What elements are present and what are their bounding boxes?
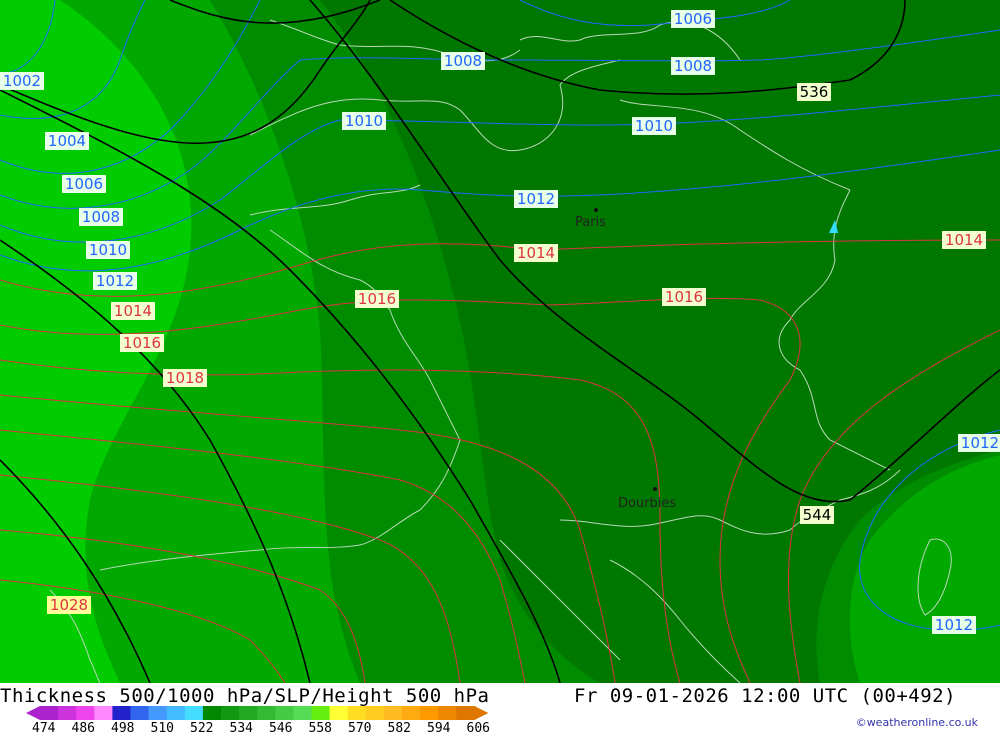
legend-value: 606	[467, 721, 490, 733]
svg-text:1012: 1012	[517, 190, 555, 208]
legend-swatch	[184, 706, 204, 720]
credit-text: ©weatheronline.co.uk	[855, 716, 978, 729]
isobar-label: 1012	[932, 616, 976, 634]
svg-text:1018: 1018	[166, 369, 204, 387]
legend-swatch	[456, 706, 475, 720]
isobar-label: 1016	[355, 290, 399, 308]
svg-text:1012: 1012	[961, 434, 999, 452]
legend-swatch	[166, 706, 186, 720]
isobar-label: 1014	[111, 302, 155, 320]
isobar-label: 1010	[86, 241, 130, 259]
legend-swatch	[40, 706, 59, 720]
svg-text:1012: 1012	[96, 272, 134, 290]
isobar-label: 1028	[47, 596, 91, 614]
legend-swatch	[383, 706, 403, 720]
legend-swatch	[94, 706, 113, 720]
svg-text:536: 536	[800, 83, 829, 101]
map-datetime: Fr 09-01-2026 12:00 UTC (00+492)	[574, 685, 957, 707]
legend-swatch	[58, 706, 77, 720]
isobar-label: 1012	[93, 272, 137, 290]
legend-value: 582	[388, 721, 411, 733]
svg-text:1010: 1010	[89, 241, 127, 259]
weather-map: Paris Dourbies 1006 1008 1008 1010 1010 1012 1…	[0, 0, 1000, 683]
legend-swatch	[257, 706, 276, 720]
svg-text:1008: 1008	[674, 57, 712, 75]
legend-value: 534	[230, 721, 254, 733]
svg-text:1002: 1002	[3, 72, 41, 90]
isobar-label: 1002	[0, 72, 44, 90]
legend-value: 546	[269, 721, 292, 733]
svg-text:1014: 1014	[517, 244, 555, 262]
isobar-label: 1004	[45, 132, 89, 150]
legend-swatch	[239, 706, 258, 720]
isobar-label: 1010	[632, 117, 676, 135]
legend-arrow-left	[26, 706, 40, 720]
svg-text:Dourbies: Dourbies	[618, 496, 676, 511]
legend-swatch	[329, 706, 349, 720]
isobar-label: 1018	[163, 369, 207, 387]
thickness-legend: 474 486 498 510 522 534 546 558 570 582 594 606	[26, 706, 490, 733]
legend-swatch	[347, 706, 367, 720]
legend-value: 558	[309, 721, 332, 733]
svg-text:Paris: Paris	[575, 215, 606, 230]
legend-value: 474	[32, 721, 56, 733]
legend-swatch	[76, 706, 95, 720]
svg-text:544: 544	[803, 506, 832, 524]
svg-text:1028: 1028	[50, 596, 88, 614]
legend-value: 486	[72, 721, 95, 733]
legend-value: 570	[348, 721, 371, 733]
svg-text:1004: 1004	[48, 132, 86, 150]
isobar-label: 1008	[441, 52, 485, 70]
legend-values: 474 486 498 510 522 534 546 558 570 582 594 606	[32, 721, 490, 733]
legend-color-bar	[26, 706, 489, 720]
isobar-label: 1016	[120, 334, 164, 352]
svg-text:1016: 1016	[665, 288, 703, 306]
isobar-label: 1010	[342, 112, 386, 130]
svg-text:1012: 1012	[935, 616, 973, 634]
svg-text:1006: 1006	[65, 175, 103, 193]
legend-swatch	[202, 706, 222, 720]
svg-text:1016: 1016	[358, 290, 396, 308]
legend-swatch	[402, 706, 421, 720]
svg-text:1010: 1010	[635, 117, 673, 135]
svg-text:1014: 1014	[114, 302, 152, 320]
legend-arrow-right	[474, 706, 489, 720]
legend-swatch	[438, 706, 457, 720]
height-label: 536	[797, 83, 831, 101]
isobar-label: 1014	[514, 244, 558, 262]
isobar-label: 1008	[79, 208, 123, 226]
svg-text:1016: 1016	[123, 334, 161, 352]
legend-value: 594	[427, 721, 451, 733]
svg-text:1008: 1008	[444, 52, 482, 70]
isobar-label: 1016	[662, 288, 706, 306]
isobar-label: 1006	[62, 175, 106, 193]
legend-swatch	[130, 706, 150, 720]
isobar-label: 1006	[671, 10, 715, 28]
legend-swatch	[112, 706, 131, 720]
legend-value: 498	[111, 721, 134, 733]
legend-swatch	[275, 706, 294, 720]
legend-swatch	[148, 706, 168, 720]
legend-swatch	[311, 706, 331, 720]
legend-swatch	[293, 706, 312, 720]
isobar-label: 1008	[671, 57, 715, 75]
svg-text:1006: 1006	[674, 10, 712, 28]
legend-swatch	[365, 706, 385, 720]
svg-text:1010: 1010	[345, 112, 383, 130]
map-footer: Thickness 500/1000 hPa/SLP/Height 500 hP…	[0, 683, 1000, 733]
legend-value: 510	[151, 721, 174, 733]
svg-text:1008: 1008	[82, 208, 120, 226]
isobar-label: 1012	[514, 190, 558, 208]
legend-swatch	[221, 706, 240, 720]
isobar-label: 1014	[942, 231, 986, 249]
svg-text:1014: 1014	[945, 231, 983, 249]
legend-value: 522	[190, 721, 213, 733]
isobar-label: 1012	[958, 434, 1000, 452]
legend-swatch	[420, 706, 439, 720]
height-label: 544	[800, 506, 834, 524]
